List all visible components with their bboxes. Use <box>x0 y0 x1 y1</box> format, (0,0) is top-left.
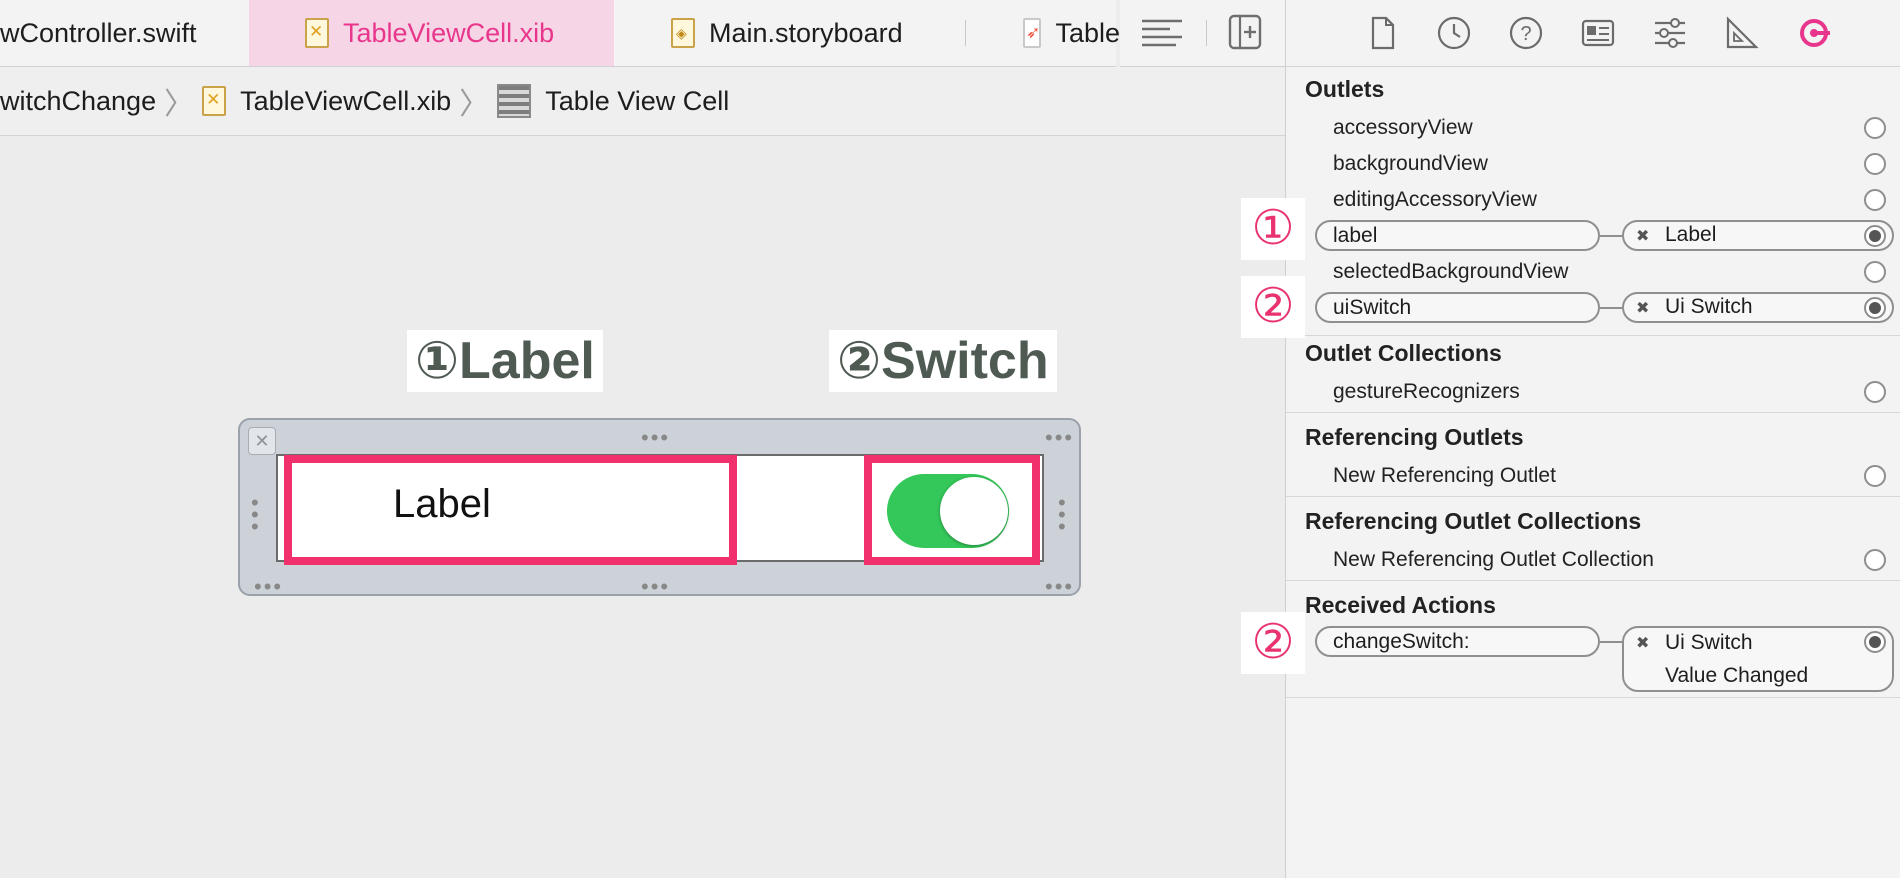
disconnect-icon[interactable]: ✖ <box>1636 298 1649 318</box>
section-divider <box>1286 580 1900 581</box>
tab-label: Table <box>1055 17 1120 48</box>
outlet-connect-circle[interactable] <box>1864 465 1886 487</box>
xib-file-icon <box>305 18 329 48</box>
annotation-label: ①Label <box>407 330 603 392</box>
new-referencing-outlet: New Referencing Outlet <box>1333 464 1556 487</box>
connection-line <box>1600 641 1622 643</box>
target-name: Label <box>1665 223 1717 246</box>
add-editor-icon[interactable] <box>1228 14 1262 50</box>
annotation-switch: ②Switch <box>829 330 1057 392</box>
tab-table[interactable]: Table <box>1023 0 1120 66</box>
close-icon[interactable]: ✕ <box>248 427 276 455</box>
target-event: Value Changed <box>1665 664 1809 687</box>
action-change-switch-target[interactable]: ✖ Ui Switch Value Changed <box>1622 626 1894 692</box>
breadcrumb-item-group[interactable]: witchChange <box>0 86 156 117</box>
xib-file-icon <box>202 86 227 116</box>
tab-label: TableViewCell.xib <box>343 17 555 48</box>
outlet-connect-circle[interactable] <box>1864 381 1886 403</box>
outlet-label-target[interactable]: ✖ Label <box>1622 220 1894 251</box>
attributes-inspector-icon[interactable] <box>1651 14 1689 52</box>
outlet-connect-circle[interactable] <box>1864 153 1886 175</box>
file-inspector-icon[interactable] <box>1363 14 1401 52</box>
resize-handle-left[interactable]: ••• <box>251 492 259 538</box>
swift-file-icon <box>1023 18 1042 48</box>
section-divider <box>1286 697 1900 698</box>
chevron-right-icon: 〉 <box>459 88 490 121</box>
disconnect-icon[interactable]: ✖ <box>1636 633 1649 653</box>
connections-inspector: ? Outlets accessoryView backgroundView e… <box>1285 0 1900 878</box>
outlet-connect-circle[interactable] <box>1864 189 1886 211</box>
section-divider <box>1286 335 1900 336</box>
badge-one: ① <box>1241 198 1305 260</box>
storyboard-file-icon <box>671 18 695 48</box>
outlet-background-view: backgroundView <box>1333 152 1488 175</box>
outlet-label-pill[interactable]: label <box>1315 220 1600 251</box>
section-title-received-actions: Received Actions <box>1305 592 1496 618</box>
badge-two: ② <box>1241 276 1305 338</box>
outlet-gesture-recognizers: gestureRecognizers <box>1333 380 1520 403</box>
chevron-right-icon: 〉 <box>164 88 195 121</box>
svg-text:?: ? <box>1520 23 1531 45</box>
section-title-referencing-outlets: Referencing Outlets <box>1305 424 1524 450</box>
target-name: Ui Switch <box>1665 295 1753 318</box>
label-highlight-box <box>284 455 737 565</box>
inspector-tab-bar: ? <box>1286 0 1900 67</box>
resize-handle-right[interactable]: ••• <box>1058 492 1066 538</box>
outlet-connected-circle[interactable] <box>1864 297 1886 319</box>
tab-main-storyboard[interactable]: Main.storyboard <box>671 0 971 66</box>
outlet-connect-circle[interactable] <box>1864 549 1886 571</box>
table-view-cell-icon <box>497 84 532 118</box>
disconnect-icon[interactable]: ✖ <box>1636 226 1649 246</box>
cell-label[interactable]: Label <box>393 482 491 527</box>
resize-handle-bottom-right[interactable]: ••• <box>1045 576 1074 598</box>
size-inspector-icon[interactable] <box>1723 14 1761 52</box>
outlet-uiswitch-pill[interactable]: uiSwitch <box>1315 292 1600 323</box>
outlet-selected-background-view: selectedBackgroundView <box>1333 260 1569 283</box>
outlet-editing-accessory-view: editingAccessoryView <box>1333 188 1537 211</box>
connection-line <box>1600 235 1622 237</box>
toolbar-divider <box>1206 20 1207 46</box>
outlet-accessory-view: accessoryView <box>1333 116 1473 139</box>
resize-handle-bottom-left[interactable]: ••• <box>254 576 283 598</box>
editor-options-icon[interactable] <box>1140 16 1184 50</box>
new-referencing-outlet-collection: New Referencing Outlet Collection <box>1333 548 1654 571</box>
section-title-referencing-outlet-collections: Referencing Outlet Collections <box>1305 508 1642 534</box>
badge-two-action: ② <box>1241 612 1305 674</box>
breadcrumb-item-file[interactable]: TableViewCell.xib <box>240 86 451 117</box>
section-divider <box>1286 412 1900 413</box>
ui-switch-knob[interactable] <box>940 477 1008 545</box>
section-title-outlets: Outlets <box>1305 76 1385 102</box>
section-divider <box>1286 496 1900 497</box>
editor-tab-bar: wController.swift TableViewCell.xib Main… <box>0 0 1120 67</box>
tab-tableviewcell-xib[interactable]: TableViewCell.xib <box>249 0 614 66</box>
history-inspector-icon[interactable] <box>1435 14 1473 52</box>
action-change-switch-pill[interactable]: changeSwitch: <box>1315 626 1600 657</box>
resize-handle-bottom[interactable]: ••• <box>641 576 670 598</box>
breadcrumb-item-object[interactable]: Table View Cell <box>545 86 729 117</box>
outlet-connect-circle[interactable] <box>1864 261 1886 283</box>
connection-line <box>1600 307 1622 309</box>
tab-view-controller-swift[interactable]: wController.swift <box>0 0 250 66</box>
tab-divider <box>965 20 966 46</box>
tab-label: wController.swift <box>0 17 197 48</box>
target-name: Ui Switch <box>1665 631 1753 654</box>
help-inspector-icon[interactable]: ? <box>1507 14 1545 52</box>
resize-handle-top[interactable]: ••• <box>641 427 670 449</box>
section-title-outlet-collections: Outlet Collections <box>1305 340 1502 366</box>
connections-inspector-icon[interactable] <box>1795 14 1833 52</box>
tab-label: Main.storyboard <box>709 17 903 48</box>
editor-toolbar <box>1120 0 1285 67</box>
outlet-connect-circle[interactable] <box>1864 117 1886 139</box>
outlet-uiswitch-target[interactable]: ✖ Ui Switch <box>1622 292 1894 323</box>
outlet-connected-circle[interactable] <box>1864 225 1886 247</box>
action-connected-circle[interactable] <box>1864 631 1886 653</box>
resize-handle-top-right[interactable]: ••• <box>1045 427 1074 449</box>
breadcrumb: witchChange 〉 TableViewCell.xib 〉 Table … <box>0 67 1285 136</box>
identity-inspector-icon[interactable] <box>1579 14 1617 52</box>
